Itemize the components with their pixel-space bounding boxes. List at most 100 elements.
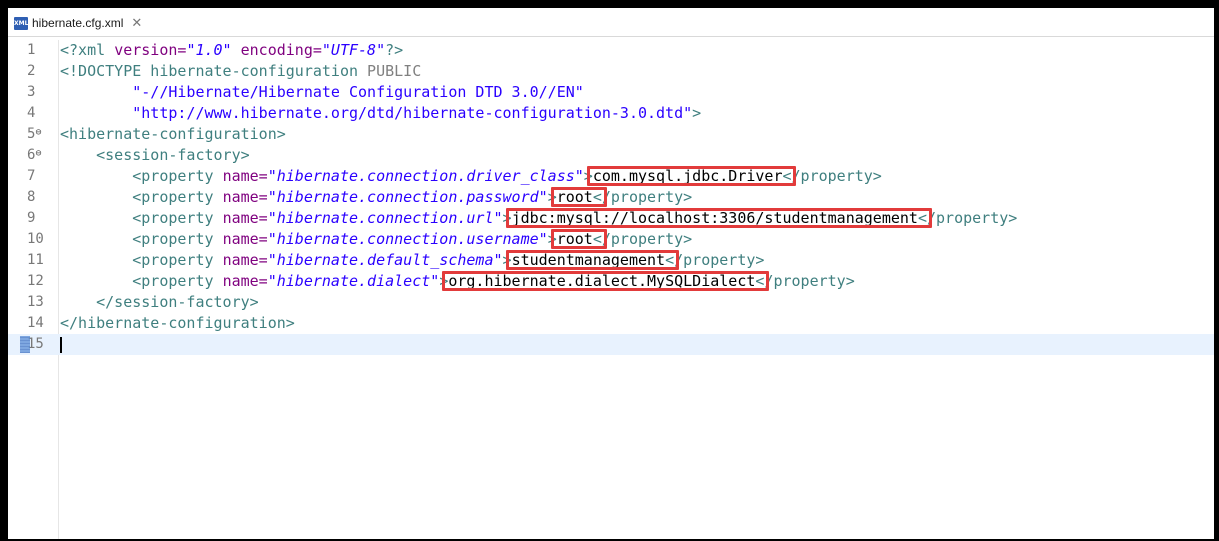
code-line[interactable]: 13 </session-factory>: [8, 292, 1214, 313]
line-number-text: 11: [27, 252, 44, 268]
code-text: [60, 334, 62, 355]
token: <session-factory>: [60, 146, 250, 164]
token: <?xml: [60, 41, 115, 59]
token: PUBLIC: [367, 62, 422, 80]
token: "hibernate.dialect": [267, 272, 440, 290]
line-number: 8: [8, 187, 56, 208]
code-text: <property name="hibernate.connection.pas…: [60, 187, 692, 208]
code-line[interactable]: 12 <property name="hibernate.dialect">or…: [8, 271, 1214, 292]
code-line[interactable]: 2 <!DOCTYPE hibernate-configuration PUBLI…: [8, 61, 1214, 82]
token: studentmanagement: [511, 251, 666, 269]
line-number: 11: [8, 250, 56, 271]
token: <!DOCTYPE hibernate-configuration: [60, 62, 368, 80]
code-line[interactable]: 8 <property name="hibernate.connection.p…: [8, 187, 1214, 208]
code-line[interactable]: 4 "http://www.hibernate.org/dtd/hibernat…: [8, 103, 1214, 124]
line-number-text: 3: [27, 84, 36, 100]
code-text: <hibernate-configuration>: [60, 124, 286, 145]
code-text: <property name="hibernate.connection.dri…: [60, 166, 882, 187]
code-line[interactable]: 10 <property name="hibernate.connection.…: [8, 229, 1214, 250]
code-editor[interactable]: 1 <?xml version="1.0" encoding="UTF-8"?> 2…: [8, 40, 1214, 539]
line-number: 7: [8, 166, 56, 187]
code-text: <property name="hibernate.connection.use…: [60, 229, 692, 250]
token: </property>: [665, 251, 765, 269]
token: <property: [60, 272, 223, 290]
token: root: [556, 230, 593, 248]
code-text: </hibernate-configuration>: [60, 313, 295, 334]
token: </property>: [755, 272, 855, 290]
line-number-text: 9: [27, 210, 36, 226]
token: encoding=: [231, 41, 322, 59]
code-line[interactable]: 6⊖ <session-factory>: [8, 145, 1214, 166]
code-line[interactable]: 14 </hibernate-configuration>: [8, 313, 1214, 334]
token: name=: [222, 272, 268, 290]
token: >: [692, 104, 702, 122]
code-line[interactable]: 9 <property name="hibernate.connection.u…: [8, 208, 1214, 229]
line-number-text: 4: [27, 105, 36, 121]
line-number: 10: [8, 229, 56, 250]
token: </property>: [592, 230, 693, 248]
token: name=: [222, 230, 268, 248]
token: >: [502, 209, 512, 227]
line-number: 5⊖: [8, 124, 56, 145]
code-line[interactable]: 7 <property name="hibernate.connection.d…: [8, 166, 1214, 187]
token: <hibernate-configuration>: [60, 125, 286, 143]
token: version=: [114, 41, 187, 59]
token: >: [502, 251, 512, 269]
tab-filename: hibernate.cfg.xml: [32, 16, 124, 30]
code-text: <?xml version="1.0" encoding="UTF-8"?>: [60, 40, 403, 61]
line-number: 12: [8, 271, 56, 292]
line-number: 3: [8, 82, 56, 103]
editor-tab-bar: XML hibernate.cfg.xml ✕: [8, 8, 1214, 37]
close-icon[interactable]: ✕: [131, 15, 142, 31]
code-text: "http://www.hibernate.org/dtd/hibernate-…: [60, 103, 701, 124]
line-number: 9: [8, 208, 56, 229]
token: "hibernate.connection.driver_class": [267, 167, 584, 185]
line-number-text: 8: [27, 189, 36, 205]
token: </property>: [917, 209, 1018, 227]
line-number: 6⊖: [8, 145, 56, 166]
token: root: [556, 188, 593, 206]
token: >: [547, 188, 557, 206]
token: <property: [60, 209, 223, 227]
token: <property: [60, 167, 223, 185]
token: "hibernate.connection.url": [267, 209, 503, 227]
code-line[interactable]: 5⊖ <hibernate-configuration>: [8, 124, 1214, 145]
line-number: 2: [8, 61, 56, 82]
code-line[interactable]: 3 "-//Hibernate/Hibernate Configuration …: [8, 82, 1214, 103]
fold-toggle-icon[interactable]: ⊖: [35, 127, 41, 138]
line-number-text: 10: [27, 231, 44, 247]
line-number-text: 13: [27, 294, 44, 310]
xml-file-icon: XML: [14, 16, 28, 30]
line-number: 14: [8, 313, 56, 334]
line-number-text: 14: [27, 315, 44, 331]
token: <property: [60, 188, 223, 206]
line-number: 4: [8, 103, 56, 124]
code-line[interactable]: 1 <?xml version="1.0" encoding="UTF-8"?>: [8, 40, 1214, 61]
code-text: </session-factory>: [60, 292, 259, 313]
token: >: [439, 272, 449, 290]
token: </property>: [592, 188, 693, 206]
line-number-text: 2: [27, 63, 36, 79]
token: <property: [60, 251, 223, 269]
code-line[interactable]: 15: [8, 334, 1214, 355]
token: name=: [222, 209, 268, 227]
token: "hibernate.default_schema": [267, 251, 503, 269]
editor-window: XML hibernate.cfg.xml ✕ 1 <?xml version="…: [0, 0, 1219, 541]
token: </session-factory>: [60, 293, 259, 311]
fold-toggle-icon[interactable]: ⊖: [35, 148, 41, 159]
code-text: <property name="hibernate.dialect">org.h…: [60, 271, 855, 292]
token: jdbc:mysql://localhost:3306/studentmanag…: [511, 209, 918, 227]
token: "http://www.hibernate.org/dtd/hibernate-…: [60, 104, 693, 122]
token: name=: [222, 188, 268, 206]
line-number: 1: [8, 40, 56, 61]
code-text: <property name="hibernate.connection.url…: [60, 208, 1017, 229]
token: name=: [222, 251, 268, 269]
token: "hibernate.connection.password": [267, 188, 548, 206]
token: >: [547, 230, 557, 248]
line-number: 13: [8, 292, 56, 313]
code-line[interactable]: 11 <property name="hibernate.default_sch…: [8, 250, 1214, 271]
token: "-//Hibernate/Hibernate Configuration DT…: [60, 83, 584, 101]
tab-hibernate-cfg[interactable]: XML hibernate.cfg.xml ✕: [10, 11, 146, 35]
line-number-text: 7: [27, 168, 36, 184]
token: </property>: [782, 167, 882, 185]
